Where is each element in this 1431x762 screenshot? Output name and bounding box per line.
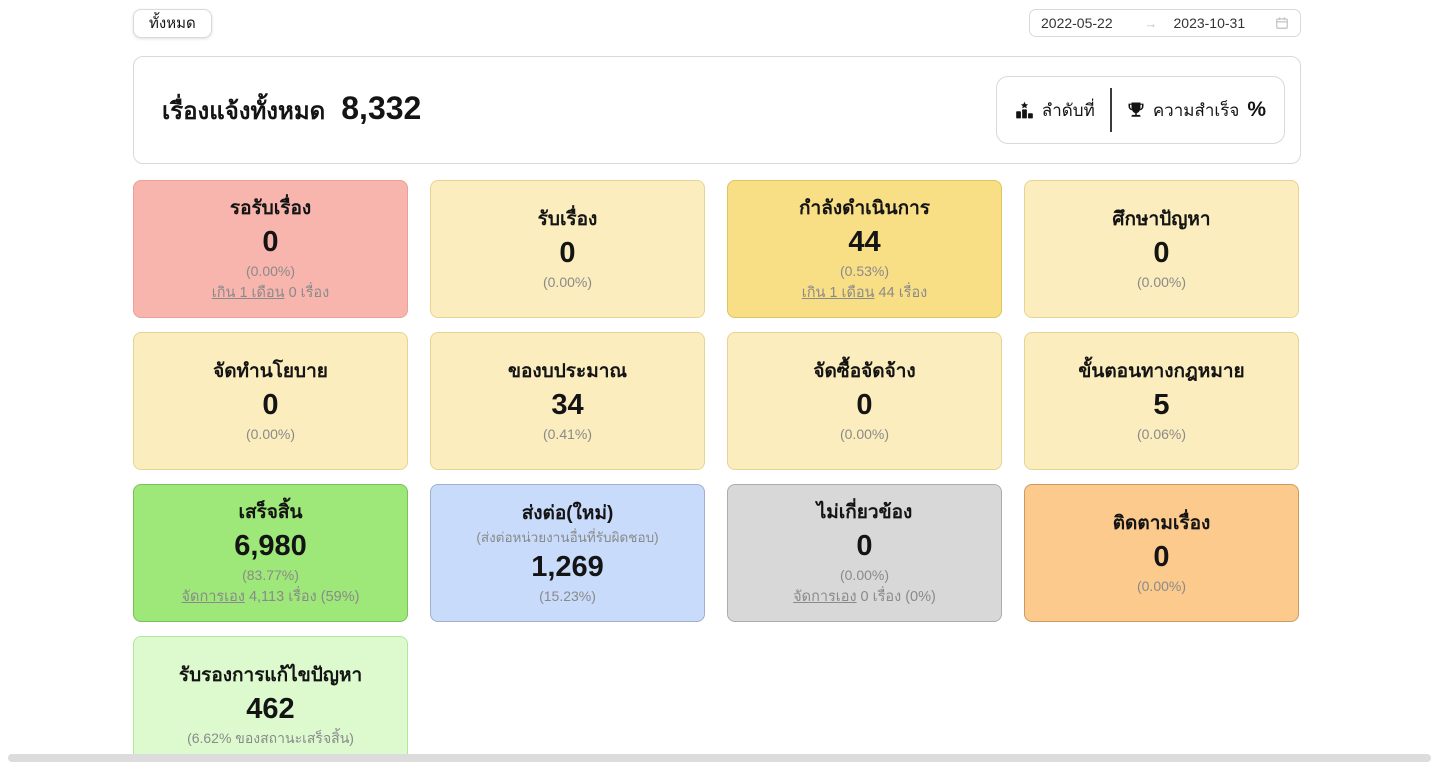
end-date-input[interactable]: 2023-10-31 — [1160, 15, 1276, 31]
status-card-title: ส่งต่อ(ใหม่) — [522, 500, 614, 528]
status-card-title: รับรองการแก้ไขปัญหา — [179, 662, 362, 690]
status-card[interactable]: ของบประมาณ34(0.41%) — [430, 332, 705, 470]
start-date-input[interactable]: 2022-05-22 — [1041, 15, 1143, 31]
status-card-title: ของบประมาณ — [508, 358, 627, 386]
status-card[interactable]: ไม่เกี่ยวข้อง0(0.00%)จัดการเอง 0 เรื่อง … — [727, 484, 1002, 622]
status-card-title: เสร็จสิ้น — [238, 499, 302, 527]
calendar-icon — [1275, 16, 1289, 30]
status-card-title: ติดตามเรื่อง — [1113, 510, 1211, 538]
status-card-value: 0 — [1153, 234, 1169, 272]
status-card[interactable]: จัดทำนโยบาย0(0.00%) — [133, 332, 408, 470]
status-card-value: 5 — [1153, 386, 1169, 424]
status-card[interactable]: ขั้นตอนทางกฎหมาย5(0.06%) — [1024, 332, 1299, 470]
status-card-percent: (0.06%) — [1137, 424, 1186, 445]
status-card-title: รับเรื่อง — [538, 206, 598, 234]
status-card-title: กำลังดำเนินการ — [799, 195, 930, 223]
status-card[interactable]: เสร็จสิ้น6,980(83.77%)จัดการเอง 4,113 เร… — [133, 484, 408, 622]
status-card-percent: (6.62% ของสถานะเสร็จสิ้น) — [187, 728, 354, 749]
ranking-button[interactable]: ลำดับที่ — [1015, 97, 1095, 124]
range-arrow-icon: → — [1143, 16, 1160, 31]
status-card-title: จัดทำนโยบาย — [213, 358, 328, 386]
status-card-value: 34 — [551, 386, 583, 424]
status-card-link[interactable]: จัดการเอง — [182, 589, 245, 605]
filter-all-button[interactable]: ทั้งหมด — [133, 9, 212, 38]
status-card-link[interactable]: เกิน 1 เดือน — [212, 285, 285, 301]
status-card-subtitle: (ส่งต่อหน่วยงานอื่นที่รับผิดชอบ) — [476, 528, 658, 548]
summary-total-count: 8,332 — [341, 90, 421, 127]
status-card-percent: (0.00%) — [246, 424, 295, 445]
horizontal-scrollbar[interactable] — [8, 754, 1431, 762]
summary-total-group: เรื่องแจ้งทั้งหมด 8,332 — [162, 90, 421, 130]
dashboard-page: ทั้งหมด 2022-05-22 → 2023-10-31 เรื่องแจ… — [133, 8, 1301, 762]
status-card-title: รอรับเรื่อง — [230, 195, 311, 223]
status-card-value: 0 — [1153, 538, 1169, 576]
status-card-link[interactable]: เกิน 1 เดือน — [802, 285, 875, 301]
success-percent-suffix: % — [1247, 98, 1266, 122]
status-card-value: 462 — [246, 690, 294, 728]
status-card-percent: (0.00%) — [246, 261, 295, 282]
status-card[interactable]: รับรองการแก้ไขปัญหา462(6.62% ของสถานะเสร… — [133, 636, 408, 762]
status-card-title: จัดซื้อจัดจ้าง — [813, 358, 915, 386]
status-card-percent: (0.00%) — [1137, 576, 1186, 597]
status-card-value: 0 — [262, 386, 278, 424]
status-card-title: ไม่เกี่ยวข้อง — [817, 499, 913, 527]
status-card-extra-line: เกิน 1 เดือน 0 เรื่อง — [212, 282, 329, 304]
status-cards-grid: รอรับเรื่อง0(0.00%)เกิน 1 เดือน 0 เรื่อง… — [133, 180, 1301, 762]
status-card-extra-line: จัดการเอง 4,113 เรื่อง (59%) — [182, 586, 360, 608]
status-card-percent: (15.23%) — [539, 586, 596, 607]
status-card-percent: (0.00%) — [840, 424, 889, 445]
actions-divider — [1110, 88, 1112, 132]
status-card[interactable]: ศึกษาปัญหา0(0.00%) — [1024, 180, 1299, 318]
ranking-star-icon — [1015, 101, 1034, 120]
status-card-value: 0 — [559, 234, 575, 272]
status-card[interactable]: จัดซื้อจัดจ้าง0(0.00%) — [727, 332, 1002, 470]
status-card-value: 0 — [262, 223, 278, 261]
status-card-percent: (0.53%) — [840, 261, 889, 282]
status-card-percent: (0.00%) — [543, 272, 592, 293]
status-card-value: 0 — [856, 386, 872, 424]
status-card-percent: (0.00%) — [840, 565, 889, 586]
status-card-extra-line: จัดการเอง 0 เรื่อง (0%) — [793, 586, 936, 608]
status-card-percent: (0.41%) — [543, 424, 592, 445]
status-card-value: 1,269 — [531, 548, 604, 586]
status-card-link[interactable]: จัดการเอง — [793, 589, 856, 605]
status-card[interactable]: ติดตามเรื่อง0(0.00%) — [1024, 484, 1299, 622]
status-card-value: 44 — [848, 223, 880, 261]
ranking-button-label: ลำดับที่ — [1042, 97, 1095, 124]
status-card[interactable]: รับเรื่อง0(0.00%) — [430, 180, 705, 318]
summary-title: เรื่องแจ้งทั้งหมด — [162, 91, 325, 130]
summary-card: เรื่องแจ้งทั้งหมด 8,332 ลำดับที่ — [133, 56, 1301, 164]
status-card-title: ศึกษาปัญหา — [1112, 206, 1210, 234]
top-bar: ทั้งหมด 2022-05-22 → 2023-10-31 — [133, 8, 1301, 38]
status-card-value: 0 — [856, 527, 872, 565]
status-card[interactable]: รอรับเรื่อง0(0.00%)เกิน 1 เดือน 0 เรื่อง — [133, 180, 408, 318]
status-card-percent: (0.00%) — [1137, 272, 1186, 293]
summary-actions-box: ลำดับที่ ความสำเร็จ % — [996, 76, 1285, 144]
date-range-picker[interactable]: 2022-05-22 → 2023-10-31 — [1029, 9, 1301, 37]
status-card-title: ขั้นตอนทางกฎหมาย — [1078, 358, 1244, 386]
success-rate-button[interactable]: ความสำเร็จ % — [1127, 97, 1266, 124]
status-card-value: 6,980 — [234, 527, 307, 565]
trophy-icon — [1127, 101, 1145, 119]
status-card[interactable]: ส่งต่อ(ใหม่)(ส่งต่อหน่วยงานอื่นที่รับผิด… — [430, 484, 705, 622]
status-card[interactable]: กำลังดำเนินการ44(0.53%)เกิน 1 เดือน 44 เ… — [727, 180, 1002, 318]
status-card-percent: (83.77%) — [242, 565, 299, 586]
success-button-label: ความสำเร็จ — [1153, 97, 1240, 124]
status-card-extra-line: เกิน 1 เดือน 44 เรื่อง — [802, 282, 927, 304]
